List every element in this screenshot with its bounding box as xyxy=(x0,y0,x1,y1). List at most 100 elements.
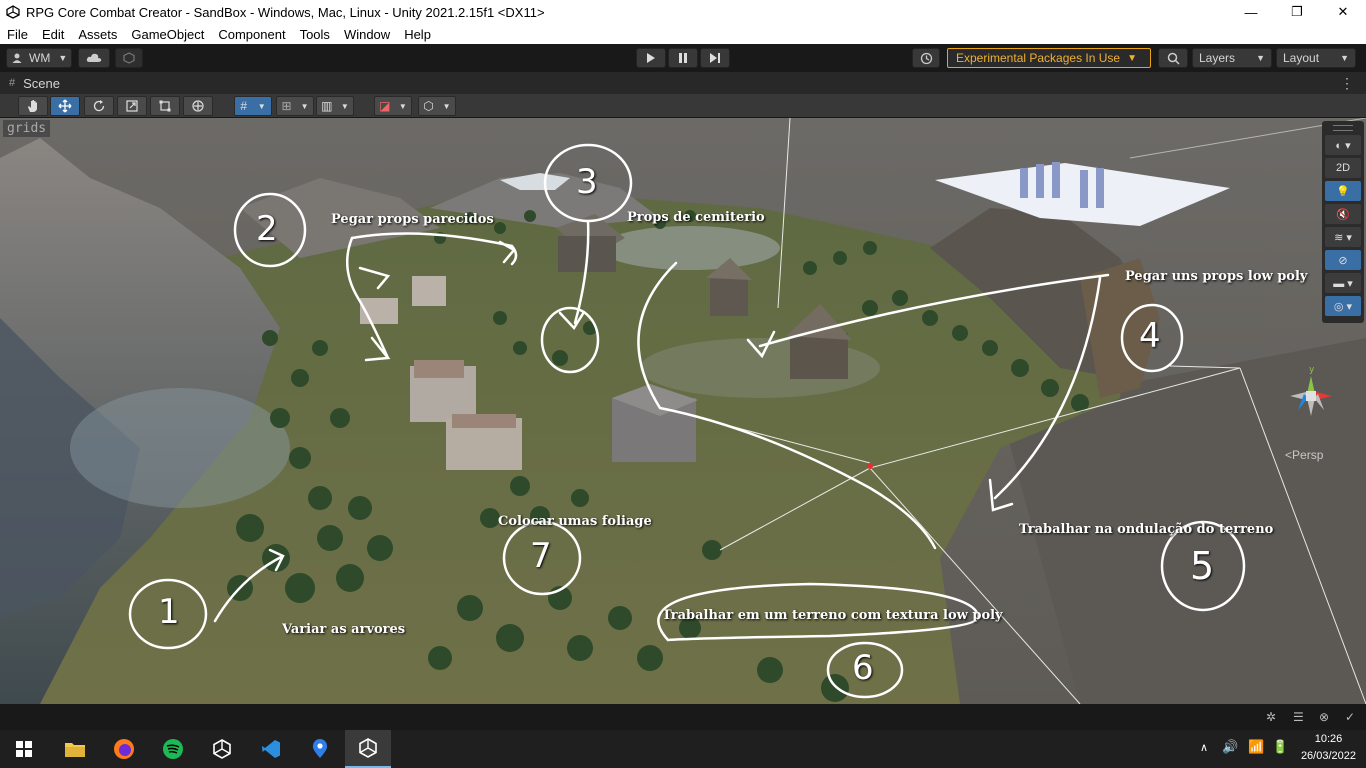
menu-file[interactable]: File xyxy=(0,27,35,42)
account-dropdown[interactable]: WM ▼ xyxy=(6,48,72,68)
move-icon xyxy=(58,99,72,113)
taskbar-clock[interactable]: 10:26 26/03/2022 xyxy=(1301,731,1356,765)
rect-transform-icon xyxy=(159,100,171,112)
play-button[interactable] xyxy=(636,48,666,68)
grids-label: grids xyxy=(3,120,51,137)
gizmo-mode-button[interactable]: ⬡ ▼ xyxy=(418,96,456,116)
clock-time: 10:26 xyxy=(1314,733,1343,745)
taskbar-maps[interactable] xyxy=(304,733,336,765)
tab-scene[interactable]: Scene xyxy=(23,76,60,91)
scene-visibility-button[interactable]: ⊘ xyxy=(1325,250,1361,270)
pause-button[interactable] xyxy=(668,48,698,68)
lighting-toggle-button[interactable]: 💡 xyxy=(1325,181,1361,201)
hand-tool-button[interactable] xyxy=(18,96,48,116)
history-button[interactable] xyxy=(912,48,940,68)
start-button[interactable] xyxy=(8,733,40,765)
hand-icon xyxy=(28,100,37,112)
taskbar-unity-editor[interactable] xyxy=(345,730,391,768)
collab-icon xyxy=(123,52,135,64)
speaker-icon[interactable]: 🔊 xyxy=(1222,739,1238,755)
menu-edit[interactable]: Edit xyxy=(35,27,71,42)
battery-icon[interactable]: 🔋 xyxy=(1272,739,1288,755)
shading-icon: ◐ ▾ xyxy=(1335,139,1351,152)
gizmos-button[interactable]: ◎ ▾ xyxy=(1325,296,1361,316)
chevron-up-icon[interactable]: ∧ xyxy=(1200,741,1208,754)
collab-button[interactable] xyxy=(115,48,143,68)
annotation-vary-trees: Variar as arvores xyxy=(282,622,406,637)
menu-tools[interactable]: Tools xyxy=(293,27,337,42)
layers-icon[interactable]: ☰ xyxy=(1293,710,1304,724)
scene-toolbar: # ▼ ⊞ ▼ ▥ ▼ ◪ ▼ ⬡ ▼ xyxy=(0,94,1366,118)
taskbar-unity-hub[interactable] xyxy=(206,733,238,765)
menu-window[interactable]: Window xyxy=(337,27,397,42)
clock-date: 26/03/2022 xyxy=(1300,750,1356,762)
increment-snap-button[interactable]: ⊞ ▼ xyxy=(276,96,314,116)
cloud-button[interactable] xyxy=(78,48,110,68)
rotate-tool-button[interactable] xyxy=(84,96,114,116)
step-button[interactable] xyxy=(700,48,730,68)
menu-help[interactable]: Help xyxy=(397,27,438,42)
tab-menu-icon[interactable]: ⋮ xyxy=(1340,75,1354,92)
taskbar-file-explorer[interactable] xyxy=(59,733,91,765)
annotation-low-poly-props: Pegar uns props low poly xyxy=(1125,269,1308,284)
annotation-number-3: 3 xyxy=(576,162,598,202)
maximize-button[interactable]: ❐ xyxy=(1274,0,1320,24)
scale-tool-button[interactable] xyxy=(117,96,147,116)
scene-overlay-toolbar: ◐ ▾ 2D 💡 🔇 ≋ ▾ ⊘ ▬ ▾ ◎ ▾ xyxy=(1322,121,1364,323)
bug-icon[interactable]: ✲ xyxy=(1266,710,1276,724)
unity-icon xyxy=(6,5,20,19)
persp-label: Persp xyxy=(1292,448,1324,462)
globe-icon: ◎ ▾ xyxy=(1333,300,1353,313)
lightbulb-icon: 💡 xyxy=(1336,185,1350,198)
grid-snap-button[interactable]: # ▼ xyxy=(234,96,272,116)
persp-toggle[interactable]: <Persp xyxy=(1285,448,1323,462)
wifi-icon[interactable]: 📶 xyxy=(1248,739,1264,755)
taskbar-firefox[interactable] xyxy=(108,733,140,765)
draw-mode-button[interactable]: ◪ ▼ xyxy=(374,96,412,116)
camera-icon: ▬ ▾ xyxy=(1333,277,1353,290)
grid-visibility-button[interactable]: ▥ ▼ xyxy=(316,96,354,116)
menu-assets[interactable]: Assets xyxy=(71,27,124,42)
check-icon[interactable]: ✓ xyxy=(1345,710,1355,724)
annotation-similar-props: Pegar props parecidos xyxy=(331,212,494,227)
effects-toggle-button[interactable]: ≋ ▾ xyxy=(1325,227,1361,247)
chevron-down-icon: ▼ xyxy=(1127,52,1137,64)
move-tool-button[interactable] xyxy=(50,96,80,116)
experimental-packages-warning[interactable]: Experimental Packages In Use ▼ xyxy=(947,48,1151,68)
audio-toggle-button[interactable]: 🔇 xyxy=(1325,204,1361,224)
grid-snap-icon: # xyxy=(240,99,248,113)
taskbar-vscode[interactable] xyxy=(255,733,287,765)
2d-toggle-button[interactable]: 2D xyxy=(1325,158,1361,178)
play-icon xyxy=(647,53,655,63)
rect-tool-button[interactable] xyxy=(150,96,180,116)
layout-dropdown[interactable]: Layout ▼ xyxy=(1276,48,1356,68)
annotation-number-1: 1 xyxy=(158,592,180,632)
account-label: WM xyxy=(29,51,51,65)
chevron-down-icon: ▼ xyxy=(340,101,349,111)
shading-mode-button[interactable]: ◐ ▾ xyxy=(1325,135,1361,155)
camera-settings-button[interactable]: ▬ ▾ xyxy=(1325,273,1361,293)
unity-icon xyxy=(359,738,377,758)
menu-gameobject[interactable]: GameObject xyxy=(124,27,211,42)
close-button[interactable]: ✕ xyxy=(1320,0,1366,24)
transform-icon xyxy=(192,100,204,112)
firefox-icon xyxy=(114,739,134,759)
layout-label: Layout xyxy=(1283,51,1320,65)
minimize-button[interactable]: — xyxy=(1228,0,1274,24)
chevron-down-icon: ▼ xyxy=(1256,53,1265,63)
history-icon xyxy=(920,52,932,64)
spotify-icon xyxy=(163,739,183,759)
menu-component[interactable]: Component xyxy=(211,27,292,42)
annotation-number-2: 2 xyxy=(256,209,278,249)
main-toolbar: WM ▼ Experimental Packages In Use ▼ Laye… xyxy=(0,44,1366,72)
taskbar-spotify[interactable] xyxy=(157,733,189,765)
chevron-down-icon: ▼ xyxy=(1340,53,1349,63)
scene-viewport[interactable]: grids Pegar props parecidos Props de cem… xyxy=(0,118,1366,704)
orientation-gizmo[interactable]: y xyxy=(1280,364,1342,428)
transform-tool-button[interactable] xyxy=(183,96,213,116)
search-button[interactable] xyxy=(1158,48,1188,68)
layers-dropdown[interactable]: Layers ▼ xyxy=(1192,48,1272,68)
overlay-drag-handle[interactable] xyxy=(1333,125,1353,131)
progress-icon[interactable]: ⊗ xyxy=(1319,710,1329,724)
scale-icon xyxy=(126,100,138,112)
